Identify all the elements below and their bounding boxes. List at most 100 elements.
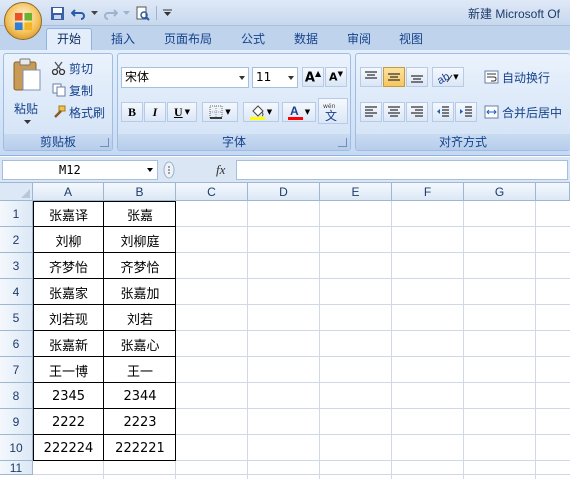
row-header-9[interactable]: 9: [0, 409, 33, 435]
svg-text:ab: ab: [437, 71, 452, 84]
align-left-button[interactable]: [360, 102, 382, 122]
phonetic-guide-button[interactable]: wén 文: [318, 98, 348, 124]
merge-center-button[interactable]: 合并后居中: [484, 102, 562, 122]
cell-a8[interactable]: 2345: [33, 383, 104, 409]
cell-a4[interactable]: 张嘉家: [33, 279, 104, 305]
select-all-corner[interactable]: [0, 183, 33, 201]
cell-a6[interactable]: 张嘉新: [33, 331, 104, 357]
align-center-button[interactable]: [383, 102, 405, 122]
row-header-8[interactable]: 8: [0, 383, 33, 409]
row-header-5[interactable]: 5: [0, 305, 33, 331]
align-top-icon: [365, 71, 377, 79]
paste-button[interactable]: 粘贴: [8, 58, 46, 132]
wrap-text-label: 自动换行: [502, 70, 551, 85]
row-header-4[interactable]: 4: [0, 279, 33, 305]
shrink-font-button[interactable]: A▼: [325, 67, 347, 87]
font-size-value: 11: [256, 70, 272, 84]
row-header-11[interactable]: 11: [0, 461, 33, 475]
column-header-d[interactable]: D: [248, 183, 320, 201]
tab-home[interactable]: 开始: [46, 28, 93, 51]
underline-button[interactable]: U ▼: [167, 102, 197, 122]
cell-b5[interactable]: 刘若: [104, 305, 176, 331]
undo-icon[interactable]: [69, 4, 87, 22]
align-middle-button[interactable]: [383, 67, 405, 87]
increase-indent-button[interactable]: [455, 102, 477, 122]
cell-a5[interactable]: 刘若现: [33, 305, 104, 331]
column-header-c[interactable]: C: [176, 183, 248, 201]
tab-view[interactable]: 视图: [399, 29, 423, 50]
italic-button[interactable]: I: [144, 102, 166, 122]
name-box[interactable]: M12: [2, 160, 158, 180]
tab-page-layout[interactable]: 页面布局: [164, 29, 212, 50]
cell-b7[interactable]: 王一: [104, 357, 176, 383]
cell-b1[interactable]: 张嘉: [104, 201, 176, 227]
row-header-10[interactable]: 10: [0, 435, 33, 461]
copy-icon: [52, 83, 66, 97]
office-button[interactable]: [4, 2, 42, 40]
copy-button[interactable]: 复制: [52, 80, 93, 100]
cell-b3[interactable]: 齐梦恰: [104, 253, 176, 279]
merge-center-label: 合并后居中: [502, 105, 563, 120]
fill-color-button[interactable]: ▼: [243, 102, 279, 122]
fill-bucket-icon: [249, 105, 265, 120]
tab-data[interactable]: 数据: [294, 29, 318, 50]
font-color-button[interactable]: A ▼: [282, 102, 316, 122]
formula-bar-handle-icon[interactable]: [162, 160, 176, 180]
tab-review[interactable]: 审阅: [347, 29, 371, 50]
font-launcher-icon[interactable]: [338, 138, 347, 147]
decrease-indent-button[interactable]: [432, 102, 454, 122]
align-right-button[interactable]: [406, 102, 428, 122]
align-top-button[interactable]: [360, 67, 382, 87]
column-header-a[interactable]: A: [33, 183, 104, 201]
wrap-text-button[interactable]: 自动换行: [484, 67, 550, 87]
grow-font-button[interactable]: A▲: [302, 67, 324, 87]
cell-b9[interactable]: 2223: [104, 409, 176, 435]
cell-b10[interactable]: 222221: [104, 435, 176, 461]
column-gridline: [391, 201, 392, 479]
cut-button[interactable]: 剪切: [52, 58, 93, 78]
save-icon[interactable]: [48, 4, 66, 22]
column-header-e[interactable]: E: [320, 183, 392, 201]
cell-a7[interactable]: 王一博: [33, 357, 104, 383]
cell-a10[interactable]: 222224: [33, 435, 104, 461]
row-header-7[interactable]: 7: [0, 357, 33, 383]
cell-a9[interactable]: 2222: [33, 409, 104, 435]
cell-b6[interactable]: 张嘉心: [104, 331, 176, 357]
cell-b8[interactable]: 2344: [104, 383, 176, 409]
column-header-b[interactable]: B: [104, 183, 176, 201]
paste-icon: [13, 58, 41, 91]
orientation-button[interactable]: ab ▼: [432, 67, 464, 87]
cell-a1[interactable]: 张嘉译: [33, 201, 104, 227]
row-header-3[interactable]: 3: [0, 253, 33, 279]
formula-input[interactable]: [236, 160, 568, 180]
alignment-group-label: 对齐方式: [356, 134, 570, 150]
redo-dropdown-icon[interactable]: [122, 4, 130, 22]
font-name-dropdown-icon: [239, 76, 245, 80]
undo-dropdown-icon[interactable]: [90, 4, 98, 22]
align-center-icon: [388, 106, 400, 117]
print-preview-icon[interactable]: [133, 4, 151, 22]
column-header-f[interactable]: F: [392, 183, 464, 201]
cell-b4[interactable]: 张嘉加: [104, 279, 176, 305]
redo-icon[interactable]: [101, 4, 119, 22]
column-header-partial[interactable]: [536, 183, 570, 201]
format-painter-button[interactable]: 格式刷: [52, 102, 105, 122]
clipboard-launcher-icon[interactable]: [100, 138, 109, 147]
row-header-2[interactable]: 2: [0, 227, 33, 253]
insert-function-icon[interactable]: fx: [216, 162, 225, 178]
font-name-combo[interactable]: 宋体: [121, 67, 249, 88]
cell-a3[interactable]: 齐梦怡: [33, 253, 104, 279]
customize-qat-icon[interactable]: [162, 4, 172, 22]
font-size-combo[interactable]: 11: [252, 67, 298, 88]
row-header-6[interactable]: 6: [0, 331, 33, 357]
align-bottom-button[interactable]: [406, 67, 428, 87]
tab-insert[interactable]: 插入: [111, 29, 135, 50]
row-header-1[interactable]: 1: [0, 201, 33, 227]
bold-button[interactable]: B: [121, 102, 143, 122]
borders-button[interactable]: ▼: [202, 102, 238, 122]
cell-a2[interactable]: 刘柳: [33, 227, 104, 253]
cell-b2[interactable]: 刘柳庭: [104, 227, 176, 253]
tab-formulas[interactable]: 公式: [241, 29, 265, 50]
column-header-g[interactable]: G: [464, 183, 536, 201]
clipboard-group-label: 剪贴板: [4, 134, 112, 150]
